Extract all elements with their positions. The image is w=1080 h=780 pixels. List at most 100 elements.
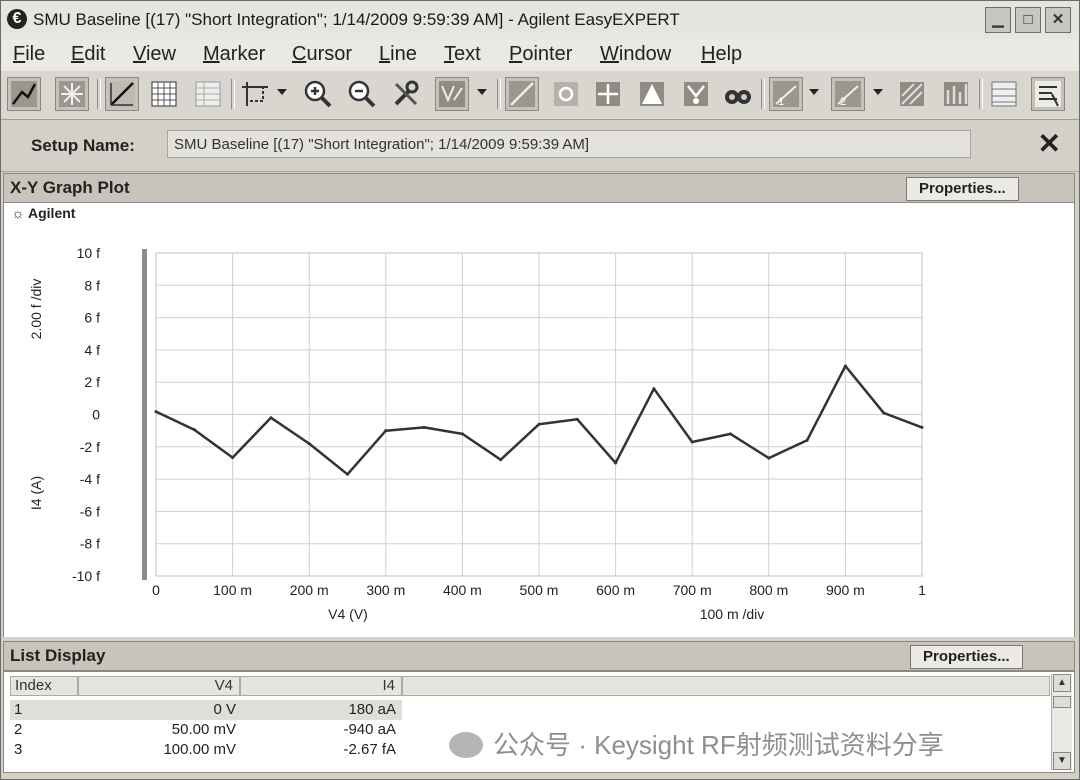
zoom-box-dropdown[interactable] (277, 89, 287, 95)
marker-button[interactable] (549, 77, 583, 111)
menu-bar: File Edit View Marker Cursor Line Text P… (1, 39, 1079, 72)
menu-cursor[interactable]: Cursor (292, 43, 352, 66)
autoscale-icon (59, 81, 85, 107)
data-point[interactable] (882, 411, 886, 415)
line-fit-button[interactable] (505, 77, 539, 111)
minimize-button[interactable]: ▁ (985, 7, 1011, 33)
column-header-i4[interactable]: I4 (240, 676, 402, 696)
linear-plot-button[interactable] (105, 77, 139, 111)
zoom-box-button[interactable] (237, 77, 271, 111)
tools-button[interactable] (389, 77, 423, 111)
y1-axis-button[interactable]: 1 (769, 77, 803, 111)
x-axis-label: V4 (V) (328, 606, 368, 622)
y2-axis-dropdown[interactable] (873, 89, 883, 95)
list-button[interactable] (987, 77, 1021, 111)
menu-edit[interactable]: Edit (71, 43, 105, 66)
list-scrollbar[interactable]: ▲ ▼ (1051, 674, 1072, 770)
table-button[interactable] (191, 77, 225, 111)
table-row[interactable]: 2 50.00 mV -940 aA (10, 720, 402, 740)
title-bar[interactable]: € SMU Baseline [(17) "Short Integration"… (1, 1, 1079, 40)
graph-plot-button[interactable] (7, 77, 41, 111)
menu-marker[interactable]: Marker (203, 43, 265, 66)
overlay2-button[interactable] (939, 77, 973, 111)
data-point[interactable] (729, 432, 732, 436)
y-tick-label: 8 f (84, 277, 100, 293)
data-point[interactable] (537, 422, 541, 426)
menu-view[interactable]: View (133, 43, 176, 66)
table-row[interactable]: 3 100.00 mV -2.67 fA (10, 740, 402, 760)
list-properties-button[interactable]: Properties... (910, 645, 1023, 669)
row-index: 1 (14, 701, 23, 718)
scroll-down-icon[interactable]: ▼ (1053, 752, 1071, 770)
column-header-v4[interactable]: V4 (78, 676, 240, 696)
toolbar: 1 2 (1, 71, 1079, 120)
data-point[interactable] (805, 438, 809, 442)
zoom-in-button[interactable] (301, 77, 335, 111)
setup-name-input[interactable] (167, 130, 971, 158)
y1-axis-dropdown[interactable] (809, 89, 819, 95)
table-row[interactable]: 1 0 V 180 aA (10, 700, 402, 720)
data-point[interactable] (767, 456, 771, 460)
close-button[interactable]: ✕ (1045, 7, 1071, 33)
y-tick-label: 6 f (84, 310, 100, 326)
zoom-box-icon (242, 82, 268, 106)
xy-chart[interactable]: 10 f 8 f 6 f 4 f 2 f 0 -2 f -4 f -6 f -8 f -10 f 0 1… (4, 203, 1072, 635)
menu-help[interactable]: Help (701, 43, 742, 66)
data-point[interactable] (154, 410, 158, 414)
marker-to-point-button[interactable] (679, 77, 713, 111)
close-icon: ✕ (1051, 11, 1065, 28)
close-icon[interactable]: ✕ (1038, 127, 1061, 160)
maximize-button[interactable]: □ (1015, 7, 1041, 33)
x-tick-label: 700 m (673, 582, 712, 598)
grid-button[interactable] (147, 77, 181, 111)
graph-area[interactable]: ☼ Agilent 10 f8 f6 f4 f2 f 0 -2 f -4 f -6 f -8… (3, 203, 1075, 637)
row-v4: 100.00 mV (163, 741, 236, 758)
toolbar-separator (497, 79, 501, 109)
column-header-index[interactable]: Index (10, 676, 78, 696)
menu-pointer[interactable]: Pointer (509, 43, 572, 66)
menu-file[interactable]: File (13, 43, 45, 66)
data-point[interactable] (920, 425, 924, 429)
overlay-button[interactable] (895, 77, 929, 111)
data-point[interactable] (843, 364, 847, 368)
y2-axis-button[interactable]: 2 (831, 77, 865, 111)
scale-button[interactable] (435, 77, 469, 111)
pointer-button[interactable] (635, 77, 669, 111)
y-axis-label: I4 (A) (28, 476, 44, 510)
text-button[interactable] (1031, 77, 1065, 111)
menu-line[interactable]: Line (379, 43, 417, 66)
toolbar-separator (979, 79, 983, 109)
text-icon (1035, 81, 1061, 107)
data-point[interactable] (575, 417, 579, 421)
x-tick-label: 300 m (366, 582, 405, 598)
scroll-up-icon[interactable]: ▲ (1053, 674, 1071, 692)
menu-window[interactable]: Window (600, 43, 671, 66)
data-point[interactable] (614, 461, 618, 465)
autoscale-button[interactable] (55, 77, 89, 111)
data-point[interactable] (499, 458, 503, 462)
data-point[interactable] (384, 429, 388, 433)
grid-icon (151, 81, 177, 107)
marker-icon (554, 82, 578, 106)
search-binoculars-button[interactable] (721, 77, 755, 111)
menu-text[interactable]: Text (444, 43, 481, 66)
graph-properties-button[interactable]: Properties... (906, 177, 1019, 201)
cursor-button[interactable] (591, 77, 625, 111)
data-point[interactable] (192, 428, 196, 432)
scale-dropdown[interactable] (477, 89, 487, 95)
data-point[interactable] (346, 472, 349, 476)
scroll-thumb[interactable] (1053, 696, 1071, 708)
table-icon (195, 81, 221, 107)
data-point[interactable] (269, 416, 273, 420)
toolbar-separator (761, 79, 765, 109)
x-div-label: 100 m /div (700, 606, 765, 622)
data-point[interactable] (460, 432, 464, 436)
y-tick-label: -6 f (80, 503, 100, 519)
data-point[interactable] (307, 442, 311, 446)
zoom-out-button[interactable] (345, 77, 379, 111)
data-point[interactable] (652, 387, 656, 391)
data-point[interactable] (231, 456, 235, 460)
data-point[interactable] (690, 440, 694, 444)
data-point[interactable] (422, 425, 426, 429)
pointer-icon (640, 82, 664, 106)
